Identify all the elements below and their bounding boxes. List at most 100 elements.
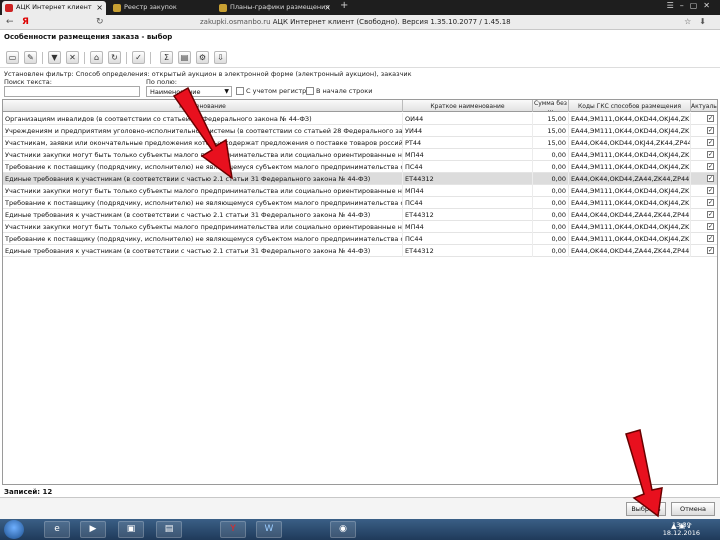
- actual-checkbox[interactable]: ✓: [707, 127, 714, 134]
- sum-icon[interactable]: Σ: [160, 51, 173, 64]
- yandex-browser-icon[interactable]: Y: [220, 521, 246, 538]
- edit-icon[interactable]: ✎: [24, 51, 37, 64]
- tab-label: АЦК Интернет клиент: [16, 3, 92, 11]
- search-input[interactable]: [4, 86, 140, 97]
- cell-codes: EA44,ЭМ111,OK44,OKD44,OKJ44,ZK: [571, 161, 691, 173]
- actual-checkbox[interactable]: ✓: [707, 199, 714, 206]
- clock-time: 13:39: [672, 521, 691, 529]
- print-icon[interactable]: ▤: [178, 51, 191, 64]
- browser-tab-active[interactable]: АЦК Интернет клиент ×: [2, 1, 106, 15]
- cell-name: Единые требования к участникам (в соотве…: [3, 173, 403, 185]
- column-header-codes[interactable]: Коды ГКС способов размещения: [569, 100, 691, 112]
- table-row[interactable]: Участники закупки могут быть только субъ…: [3, 149, 717, 161]
- cancel-button[interactable]: Отмена: [671, 502, 715, 516]
- url-field[interactable]: zakupki.osmanbo.ru АЦК Интернет клиент (…: [200, 18, 511, 26]
- cell-short-name: ПС44: [403, 233, 533, 245]
- cell-amount: 0,00: [533, 245, 569, 257]
- actual-checkbox[interactable]: ✓: [707, 235, 714, 242]
- case-sensitive-checkbox[interactable]: [236, 87, 244, 95]
- mark-icon[interactable]: ✓: [132, 51, 145, 64]
- cell-short-name: ЕТ44312: [403, 245, 533, 257]
- actual-checkbox[interactable]: ✓: [707, 223, 714, 230]
- applied-filter-text: Установлен фильтр: Способ определения: о…: [4, 70, 412, 78]
- cell-name: Учреждениям и предприятиям уголовно-испо…: [5, 125, 403, 137]
- field-select[interactable]: Наименование ▼: [146, 86, 232, 97]
- cell-name: Участники закупки могут быть только субъ…: [5, 185, 403, 197]
- yandex-logo[interactable]: Я: [22, 17, 29, 27]
- grid-header: Наименование Краткое наименование Сумма …: [3, 100, 717, 112]
- cell-amount: 0,00: [533, 173, 569, 185]
- funnel-icon[interactable]: ⌂: [90, 51, 103, 64]
- table-row[interactable]: Организациям инвалидов (в соответствии с…: [3, 113, 717, 125]
- dialog-title: Особенности размещения заказа - выбор: [4, 33, 173, 41]
- cell-name: Требование к поставщику (подрядчику, исп…: [3, 197, 403, 209]
- files-icon[interactable]: ▤: [156, 521, 182, 538]
- actual-checkbox[interactable]: ✓: [707, 247, 714, 254]
- browser-tab[interactable]: Реестр закупок: [110, 1, 210, 15]
- back-icon[interactable]: ←: [6, 17, 14, 27]
- cell-amount: 15,00: [533, 113, 569, 125]
- new-record-icon[interactable]: ▭: [6, 51, 19, 64]
- start-button[interactable]: [4, 520, 24, 539]
- column-header-name[interactable]: Наименование: [3, 100, 403, 112]
- column-header-actual[interactable]: Актуально: [691, 100, 717, 112]
- records-count: Записей: 12: [4, 488, 53, 496]
- actual-checkbox[interactable]: ✓: [707, 211, 714, 218]
- app-icon[interactable]: ◉: [330, 521, 356, 538]
- folder-icon[interactable]: ▣: [118, 521, 144, 538]
- cell-amount: 0,00: [533, 149, 569, 161]
- close-tab-icon[interactable]: ×: [324, 3, 331, 12]
- table-row[interactable]: Единые требования к участникам (в соотве…: [3, 209, 717, 221]
- taskbar: e ▶ ▣ ▤ Y W ◉ ▲ ▣ ♪ 13:39 18.12.2016: [0, 519, 720, 540]
- cell-short-name: ЕТ44312: [403, 209, 533, 221]
- cell-codes: EA44,ЭМ111,OK44,OKD44,OKJ44,ZK: [571, 221, 691, 233]
- table-row[interactable]: Требование к поставщику (подрядчику, исп…: [3, 233, 717, 245]
- column-header-short-name[interactable]: Краткое наименование: [403, 100, 533, 112]
- table-row[interactable]: Требование к поставщику (подрядчику, исп…: [3, 161, 717, 173]
- word-icon[interactable]: W: [256, 521, 282, 538]
- table-row[interactable]: Участникам, заявки или окончательные пре…: [3, 137, 717, 149]
- actual-checkbox[interactable]: ✓: [707, 151, 714, 158]
- table-row[interactable]: Участники закупки могут быть только субъ…: [3, 221, 717, 233]
- select-button[interactable]: Выбрать: [626, 502, 666, 516]
- table-row[interactable]: Единые требования к участникам (в соотве…: [3, 245, 717, 257]
- actual-checkbox[interactable]: ✓: [707, 115, 714, 122]
- actual-checkbox[interactable]: ✓: [707, 163, 714, 170]
- actual-checkbox[interactable]: ✓: [707, 187, 714, 194]
- table-row[interactable]: Требование к поставщику (подрядчику, исп…: [3, 197, 717, 209]
- cell-codes: EA44,ЭМ111,OK44,OKD44,OKJ44,ZK: [571, 149, 691, 161]
- clock-date: 18.12.2016: [662, 529, 700, 537]
- actual-checkbox[interactable]: ✓: [707, 175, 714, 182]
- column-header-amount[interactable]: Сумма без ...: [533, 100, 569, 112]
- cell-amount: 15,00: [533, 137, 569, 149]
- export-icon[interactable]: ⇩: [214, 51, 227, 64]
- emblem-favicon-icon: [219, 4, 227, 12]
- cell-codes: EA44,OK44,OKD44,ZA44,ZK44,ZP44: [571, 173, 691, 185]
- clear-filter-icon[interactable]: ✕: [66, 51, 79, 64]
- actual-checkbox[interactable]: ✓: [707, 139, 714, 146]
- refresh-list-icon[interactable]: ↻: [108, 51, 121, 64]
- media-player-icon[interactable]: ▶: [80, 521, 106, 538]
- table-row[interactable]: Участники закупки могут быть только субъ…: [3, 185, 717, 197]
- cell-short-name: УИ44: [403, 125, 533, 137]
- table-row[interactable]: Единые требования к участникам (в соотве…: [3, 173, 717, 185]
- chevron-down-icon: ▼: [224, 88, 229, 95]
- search-label: Поиск текста:: [4, 78, 52, 86]
- whole-word-checkbox[interactable]: [306, 87, 314, 95]
- close-tab-icon[interactable]: ×: [96, 3, 103, 12]
- window-controls[interactable]: ☰–▢✕: [667, 1, 716, 10]
- new-tab-icon[interactable]: +: [340, 0, 348, 11]
- table-row[interactable]: Учреждениям и предприятиям уголовно-испо…: [3, 125, 717, 137]
- refresh-icon[interactable]: ↻: [96, 17, 104, 27]
- toolbar-separator: [84, 52, 85, 64]
- cell-short-name: ПС44: [403, 197, 533, 209]
- browser-actions[interactable]: ☆⬇: [684, 17, 714, 26]
- settings-icon[interactable]: ⚙: [196, 51, 209, 64]
- toolbar: ▭ ✎ ▼ ✕ ⌂ ↻ ✓ Σ ▤ ⚙ ⇩: [0, 48, 720, 68]
- browser-tab[interactable]: Планы-графики размещения ×: [216, 1, 334, 15]
- filter-icon[interactable]: ▼: [48, 51, 61, 64]
- explorer-icon[interactable]: e: [44, 521, 70, 538]
- cell-name: Организациям инвалидов (в соответствии с…: [3, 113, 403, 125]
- url-page-title: АЦК Интернет клиент (Свободно). Версия 1…: [272, 18, 511, 26]
- clock[interactable]: 13:39 18.12.2016: [663, 521, 700, 537]
